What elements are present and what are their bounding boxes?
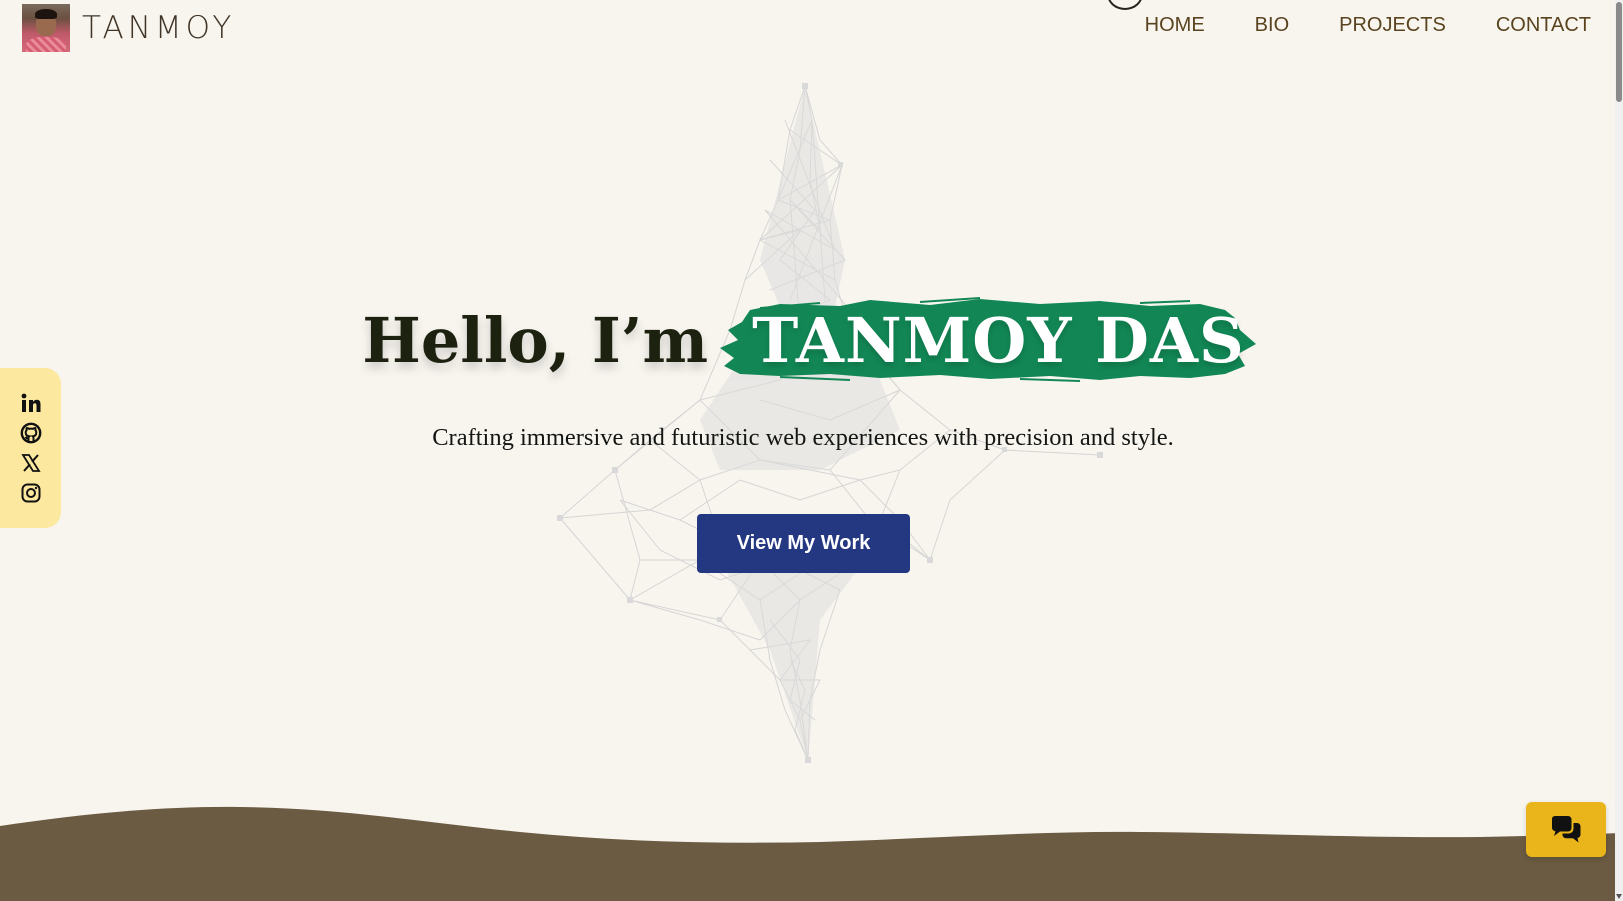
chat-button[interactable] — [1526, 802, 1606, 857]
github-icon[interactable] — [20, 422, 42, 444]
hero-tagline-text: Crafting immersive and futuristic web ex… — [432, 424, 1174, 451]
hero-tagline: Crafting immersive and futuristic web ex… — [0, 424, 1623, 452]
linkedin-icon[interactable] — [20, 392, 42, 414]
chat-bubbles-icon — [1552, 815, 1581, 842]
brand-name: TANMOY — [82, 10, 236, 46]
brand-logo[interactable]: TANMOY — [22, 4, 235, 52]
social-sidebar — [0, 368, 61, 528]
nav-contact-link[interactable]: CONTACT — [1496, 14, 1591, 37]
scrollbar-thumb[interactable] — [1616, 2, 1622, 102]
nav-bio-link[interactable]: BIO — [1255, 14, 1289, 37]
avatar — [22, 4, 70, 52]
hero-name-highlight: TANMOY DAS — [720, 297, 1271, 382]
x-twitter-icon[interactable] — [20, 452, 42, 474]
hero-heading: Hello, I’m TANMOY DAS — [0, 297, 1623, 382]
page: TANMOY HOME BIO PROJECTS CONTACT Hello, … — [0, 0, 1623, 901]
instagram-icon[interactable] — [20, 482, 42, 504]
scroll-down-arrow-icon[interactable] — [1616, 894, 1622, 899]
cursor-indicator — [1107, 0, 1143, 10]
nav-projects-link[interactable]: PROJECTS — [1339, 14, 1446, 37]
footer-wave — [0, 806, 1623, 901]
view-my-work-button[interactable]: View My Work — [697, 514, 910, 573]
page-scrollbar[interactable] — [1615, 0, 1623, 901]
hero-greeting: Hello, I’m — [362, 304, 709, 377]
nav-home-link[interactable]: HOME — [1145, 14, 1205, 37]
hero-name: TANMOY DAS — [752, 304, 1245, 377]
main-nav: HOME BIO PROJECTS CONTACT — [1145, 14, 1591, 37]
